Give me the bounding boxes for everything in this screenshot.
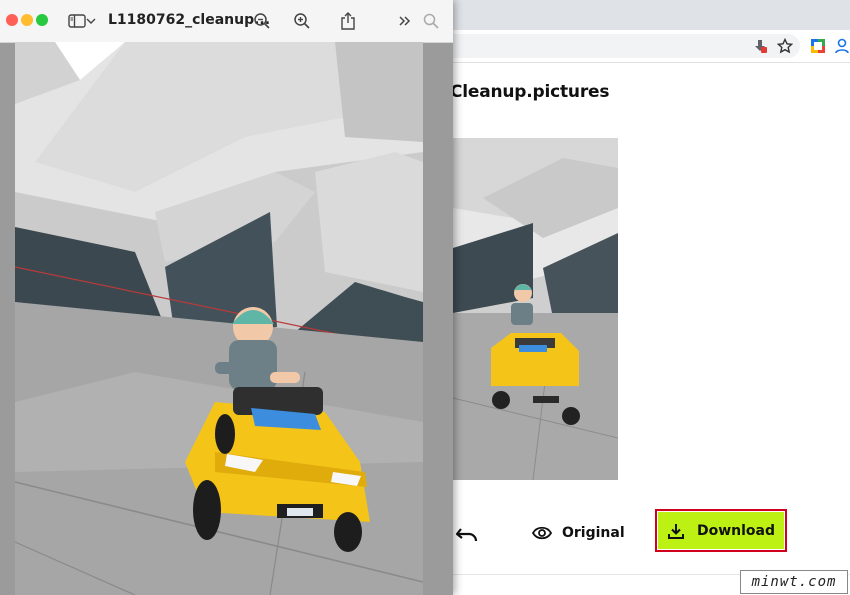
download-button[interactable]: Download [658, 512, 784, 549]
original-label: Original [562, 525, 625, 541]
close-window-button[interactable] [6, 14, 18, 26]
watermark: minwt.com [740, 570, 848, 594]
profile-icon[interactable] [832, 36, 850, 56]
download-label: Download [696, 522, 776, 539]
preview-titlebar: L1180762_cleanup... [0, 0, 453, 43]
download-icon [667, 522, 685, 540]
eye-icon [532, 525, 552, 541]
address-bar[interactable] [440, 34, 800, 58]
bookmark-star-icon[interactable] [775, 36, 795, 56]
share-icon[interactable] [337, 10, 359, 32]
site-title: Cleanup.pictures [450, 82, 610, 102]
zoom-window-button[interactable] [36, 14, 48, 26]
cleanup-preview-image[interactable] [453, 138, 618, 480]
preview-app-window: L1180762_cleanup... [0, 0, 453, 595]
extension-icon[interactable] [750, 36, 770, 56]
search-icon[interactable] [420, 10, 442, 32]
original-button[interactable]: Original [532, 520, 625, 546]
undo-button[interactable] [455, 520, 481, 546]
more-chevrons-icon[interactable] [394, 10, 416, 32]
preview-image-canvas[interactable] [15, 42, 423, 595]
google-app-icon[interactable] [808, 36, 828, 56]
zoom-in-icon[interactable] [291, 10, 313, 32]
zoom-out-icon[interactable] [251, 10, 273, 32]
preview-window-title: L1180762_cleanup... [108, 12, 271, 28]
undo-icon [456, 528, 478, 542]
minimize-window-button[interactable] [21, 14, 33, 26]
chevron-down-icon[interactable] [84, 10, 98, 32]
